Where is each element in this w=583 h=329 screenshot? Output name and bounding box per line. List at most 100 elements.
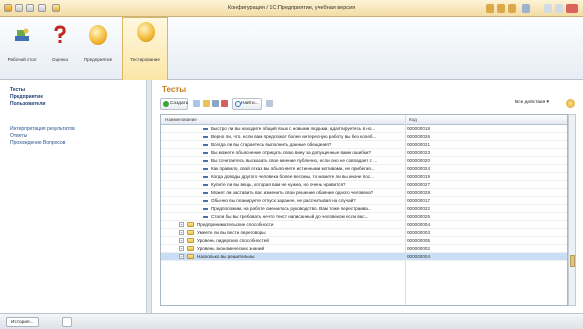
form-title: Тесты — [162, 85, 187, 94]
history-button[interactable]: История... — [6, 317, 39, 327]
item-icon — [203, 192, 208, 194]
cell-code: 000000028 — [407, 190, 430, 195]
desk-icon — [13, 25, 31, 45]
cell-code: 000000026 — [407, 134, 430, 139]
table-row[interactable]: Верно ли, что, если вам предложат более … — [161, 133, 567, 141]
cell-code: 000000002 — [407, 246, 430, 251]
table-row[interactable]: Всегда ли вы стараетесь выполнить данные… — [161, 141, 567, 149]
nav-users[interactable]: Пользователи — [10, 101, 45, 107]
create-label: Создать — [170, 101, 189, 106]
table-row[interactable]: + Уровень лидерских способностей 000000005 — [161, 237, 567, 245]
table-row[interactable]: Предположим, на работе сменилось руковод… — [161, 205, 567, 213]
cell-code: 000000024 — [407, 166, 430, 171]
column-name-header[interactable]: Наименование — [165, 117, 197, 122]
table-row[interactable]: Купите ли вы вещь, которая вам не нужна,… — [161, 181, 567, 189]
create-button[interactable]: Создать — [160, 98, 188, 110]
nav-interpretation[interactable]: Интерпретация результатов — [10, 126, 75, 132]
info-icon[interactable] — [522, 4, 530, 13]
table-row[interactable]: + Уровень экономических знаний 000000002 — [161, 245, 567, 253]
cell-code: 000000025 — [407, 214, 430, 219]
cell-code: 000000003 — [407, 230, 430, 235]
cell-code: 000000019 — [407, 174, 430, 179]
minimize-button[interactable] — [544, 4, 552, 13]
nav-passing-questions[interactable]: Прохождение Вопросов — [10, 140, 65, 146]
expand-icon[interactable]: + — [179, 238, 184, 243]
folder-icon — [187, 222, 194, 227]
cell-code: 000000017 — [407, 198, 430, 203]
calendar-icon[interactable] — [486, 4, 494, 13]
close-button[interactable] — [566, 4, 578, 13]
copy-icon[interactable] — [193, 100, 200, 107]
help-icon[interactable] — [566, 99, 575, 108]
maximize-button[interactable] — [555, 4, 563, 13]
section-enterprise-button[interactable]: Предприятие — [80, 21, 116, 77]
table-row[interactable]: + Умеете ли вы вести переговоры 000000003 — [161, 229, 567, 237]
item-icon — [203, 144, 208, 146]
vertical-scrollbar[interactable] — [568, 114, 576, 306]
cell-name: Верно ли, что, если вам предложат более … — [211, 134, 377, 139]
cell-name: Предпринимательские способности — [197, 222, 274, 227]
table-row[interactable]: + Предпринимательские способности 00000000… — [161, 221, 567, 229]
tests-table[interactable]: Наименование Код Быстро ли вы находите о… — [160, 114, 568, 306]
cancel-search-icon[interactable] — [266, 100, 273, 107]
window-title: Конфигурация / 1С:Предприятие, учебная в… — [227, 5, 356, 11]
nav-enterprise[interactable]: Предприятие — [10, 94, 43, 100]
edit-icon[interactable] — [212, 100, 219, 107]
expand-icon[interactable]: + — [179, 254, 184, 259]
title-bar: Конфигурация / 1С:Предприятие, учебная в… — [0, 0, 583, 17]
item-icon — [203, 216, 208, 218]
cell-name: Насколько вы решительны — [197, 254, 255, 259]
chevron-down-icon: ▾ — [546, 100, 549, 105]
delete-icon[interactable] — [221, 100, 228, 107]
table-row[interactable]: Быстро ли вы находите общий язык с новым… — [161, 125, 567, 133]
item-icon — [203, 176, 208, 178]
table-row[interactable]: + Насколько вы решительны 000000004 — [161, 253, 567, 261]
cell-name: Стали бы вы требовать нечто текст написа… — [211, 214, 369, 219]
cell-code: 000000004 — [407, 254, 430, 259]
cell-name: Вы сочетаетесь высказать свое мнение пуб… — [211, 158, 378, 163]
item-icon — [203, 152, 208, 154]
cell-code: 000000018 — [407, 126, 430, 131]
all-actions-button[interactable]: Все действия ▾ — [512, 98, 556, 110]
cell-code: 000000005 — [407, 238, 430, 243]
column-code-header[interactable]: Код — [409, 117, 417, 122]
folder-icon[interactable] — [203, 100, 210, 107]
status-bar: История... — [0, 313, 583, 329]
cell-name: Уровень лидерских способностей — [197, 238, 269, 243]
table-row[interactable]: Обычно вы планируете отпуск заранее, не … — [161, 197, 567, 205]
table-row[interactable]: Стали бы вы требовать нечто текст написа… — [161, 213, 567, 221]
search-icon — [235, 101, 241, 107]
find-button[interactable]: Найти... — [232, 98, 262, 110]
nav-tests[interactable]: Тесты — [10, 87, 25, 93]
section-evaluation-button[interactable]: Оценка — [42, 21, 78, 77]
item-icon — [203, 160, 208, 162]
table-row[interactable]: Когда доводы другого человека более весо… — [161, 173, 567, 181]
cell-code: 000000022 — [407, 206, 430, 211]
table-header: Наименование Код — [161, 115, 567, 125]
folder-icon — [187, 254, 194, 259]
calculator-icon[interactable] — [497, 4, 505, 13]
table-row[interactable]: Вы можете объяснение отрицать свою вину … — [161, 149, 567, 157]
cell-name: Купите ли вы вещь, которая вам не нужна,… — [211, 182, 346, 187]
folder-icon — [187, 230, 194, 235]
cell-name: Как правило, свой отказ вы объясняете ис… — [211, 166, 375, 171]
cell-code: 000000004 — [407, 222, 430, 227]
expand-icon[interactable]: + — [179, 222, 184, 227]
nav-answers[interactable]: Ответы — [10, 133, 27, 139]
cell-name: Предположим, на работе сменилось руковод… — [211, 206, 372, 211]
plus-icon — [163, 101, 169, 107]
table-row[interactable]: Как правило, свой отказ вы объясняете ис… — [161, 165, 567, 173]
item-icon — [203, 200, 208, 202]
message-icon[interactable] — [508, 4, 516, 13]
command-bar: Создать Найти... Все действия ▾ — [160, 98, 576, 111]
table-row[interactable]: Вы сочетаетесь высказать свое мнение пуб… — [161, 157, 567, 165]
scrollbar-thumb[interactable] — [570, 255, 575, 267]
expand-icon[interactable]: + — [179, 246, 184, 251]
section-desktop-button[interactable]: Рабочий стол — [4, 21, 40, 77]
pin-icon[interactable] — [62, 317, 72, 327]
item-icon — [203, 208, 208, 210]
section-testing-button[interactable]: Тестирование — [122, 17, 168, 80]
cell-name: Быстро ли вы находите общий язык с новым… — [211, 126, 376, 131]
expand-icon[interactable]: + — [179, 230, 184, 235]
table-row[interactable]: Может ли заставить вас изменить свои реш… — [161, 189, 567, 197]
